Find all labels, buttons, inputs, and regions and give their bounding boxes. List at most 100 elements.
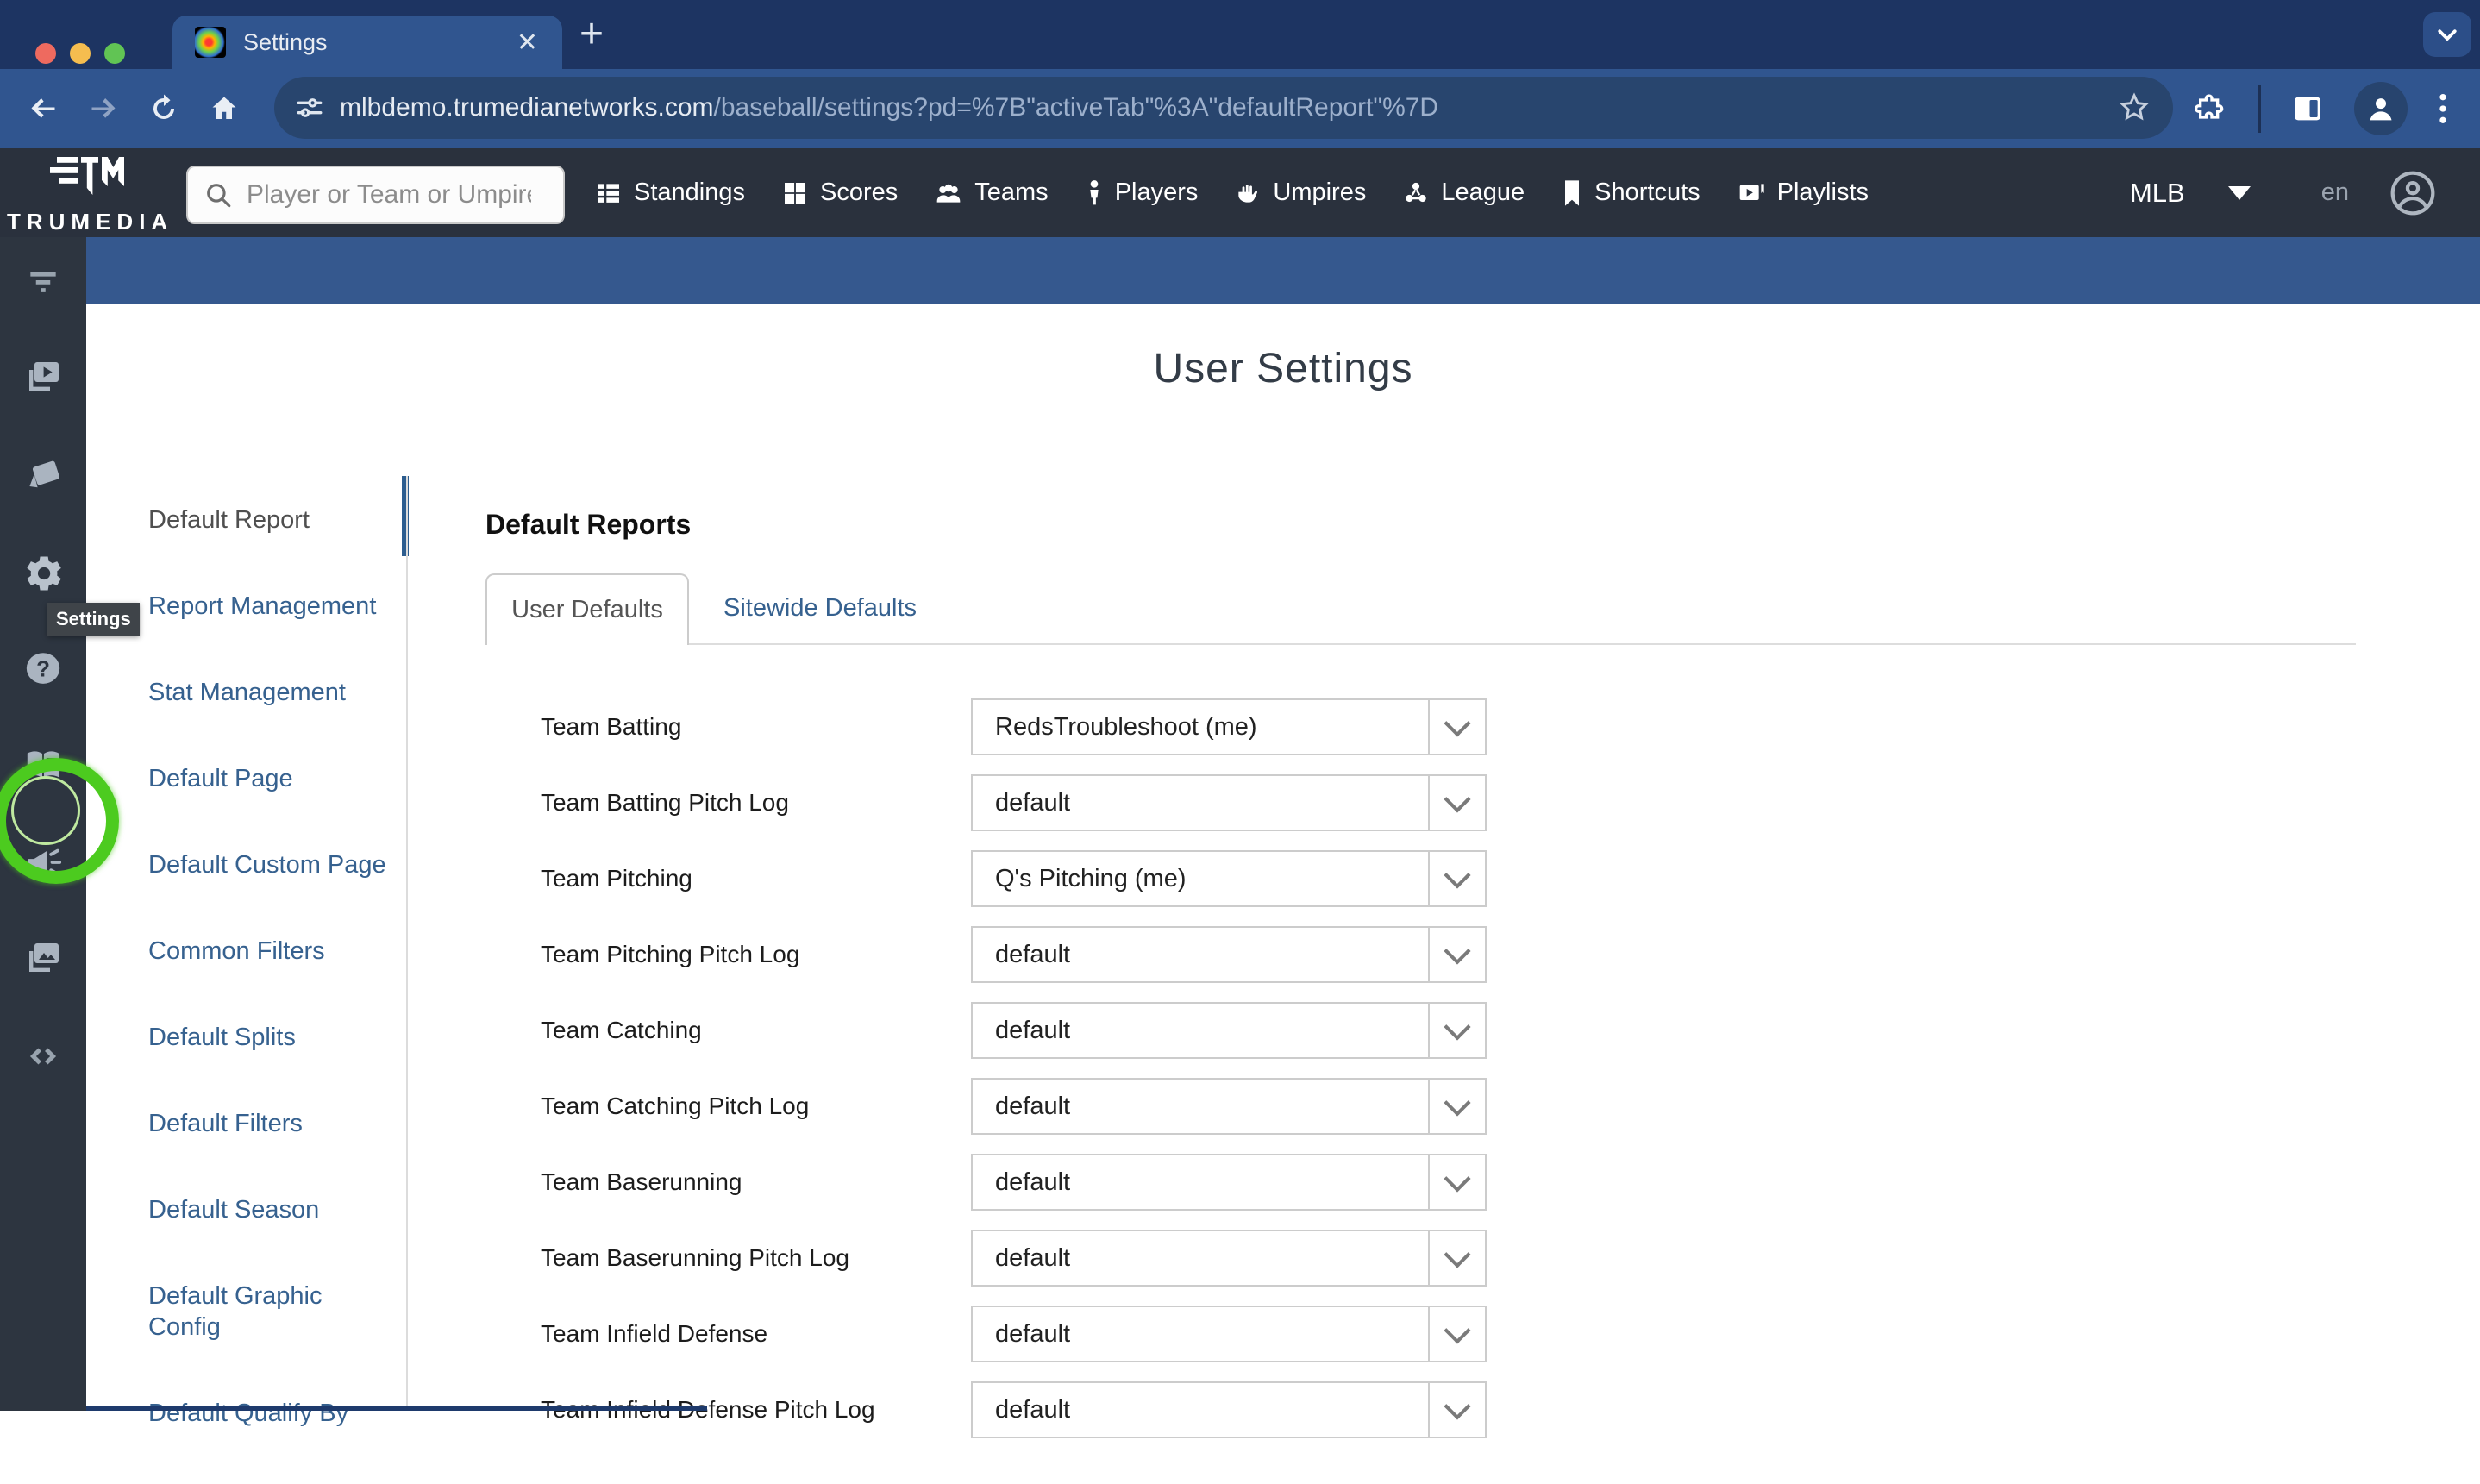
bottom-bar-fragment	[86, 1406, 707, 1411]
tab-user-defaults[interactable]: User Defaults	[485, 573, 689, 645]
settings-menu-item[interactable]: Default Custom Page	[148, 849, 390, 880]
language-label[interactable]: en	[2321, 178, 2349, 207]
nav-label: Playlists	[1777, 178, 1869, 207]
home-icon	[209, 93, 240, 124]
settings-menu-item-label: Stat Management	[148, 679, 346, 706]
home-button[interactable]	[207, 91, 241, 126]
field-select[interactable]: default	[971, 1154, 1487, 1211]
nav-standings[interactable]: Standings	[595, 178, 745, 207]
code-icon	[21, 1037, 66, 1075]
nav-scores[interactable]: Scores	[781, 178, 898, 207]
sidebar-settings-button[interactable]	[0, 551, 86, 596]
site-favicon	[195, 27, 226, 58]
global-search[interactable]	[186, 166, 565, 224]
gallery-icon	[22, 937, 65, 979]
nav-teams[interactable]: Teams	[934, 178, 1048, 207]
field-select[interactable]: default	[971, 774, 1487, 831]
zoom-window-button[interactable]	[104, 43, 125, 64]
nav-playlists[interactable]: Playlists	[1737, 178, 1869, 207]
side-panel-icon[interactable]	[2290, 91, 2325, 126]
chevron-down-icon	[2434, 22, 2460, 47]
nav-players[interactable]: Players	[1085, 178, 1199, 207]
tab-close-icon[interactable]: ✕	[517, 28, 538, 58]
nav-shortcuts[interactable]: Shortcuts	[1561, 178, 1700, 207]
browser-profile-avatar[interactable]	[2354, 82, 2408, 135]
sidebar-filter-button[interactable]	[0, 261, 86, 299]
forward-button[interactable]	[86, 91, 121, 126]
settings-menu-item[interactable]: Default Page	[148, 763, 390, 794]
nav-umpires[interactable]: Umpires	[1234, 178, 1366, 207]
field-row: Team Batting RedsTroubleshoot (me)	[541, 698, 2356, 755]
tab-list-button[interactable]	[2423, 12, 2471, 57]
settings-menu-item-label: Default Splits	[148, 1024, 296, 1051]
minimize-window-button[interactable]	[70, 43, 91, 64]
field-row: Team Pitching Pitch Log default	[541, 926, 2356, 983]
settings-menu-item[interactable]: Default Report	[148, 504, 390, 535]
site-info-icon[interactable]	[295, 93, 324, 122]
league-selector[interactable]: MLB	[2130, 178, 2185, 209]
trumedia-logo[interactable]: TRUMEDIA	[7, 153, 169, 235]
settings-menu-item[interactable]: Default Graphic Config	[148, 1280, 390, 1343]
new-tab-button[interactable]: +	[579, 10, 604, 58]
settings-menu-item[interactable]: Stat Management	[148, 677, 390, 708]
sidebar-code-button[interactable]	[0, 1037, 86, 1075]
extensions-icon[interactable]	[2195, 91, 2229, 126]
video-collection-icon	[22, 356, 65, 398]
settings-menu-item[interactable]: Default Season	[148, 1194, 390, 1225]
nav-league[interactable]: League	[1402, 178, 1525, 207]
settings-menu-item[interactable]: Report Management	[148, 591, 390, 622]
sidebar-gallery-button[interactable]	[0, 937, 86, 979]
tab-title: Settings	[243, 29, 517, 56]
settings-menu-item[interactable]: Default Filters	[148, 1108, 390, 1139]
browser-tab[interactable]: Settings ✕	[172, 16, 562, 69]
field-label: Team Infield Defense	[541, 1306, 971, 1362]
nav-label: Shortcuts	[1594, 178, 1700, 207]
search-input[interactable]	[245, 179, 533, 210]
field-select[interactable]: default	[971, 1002, 1487, 1059]
address-bar[interactable]: mlbdemo.trumedianetworks.com/baseball/se…	[274, 77, 2173, 139]
field-row: Team Infield Defense Pitch Log default	[541, 1381, 2356, 1438]
field-select[interactable]: default	[971, 1306, 1487, 1362]
toolbar-divider	[2258, 85, 2261, 133]
field-select[interactable]: default	[971, 1381, 1487, 1438]
tab-sitewide-defaults[interactable]: Sitewide Defaults	[689, 573, 951, 643]
field-label: Team Batting Pitch Log	[541, 774, 971, 831]
url-domain: mlbdemo.trumedianetworks.com	[340, 93, 714, 122]
sidebar-video-button[interactable]	[0, 356, 86, 398]
chevron-down-icon	[1428, 928, 1485, 981]
settings-menu-item[interactable]: Default Qualify By	[148, 1398, 390, 1429]
nav-label: Players	[1115, 178, 1199, 207]
field-select[interactable]: default	[971, 1230, 1487, 1287]
back-button[interactable]	[26, 91, 60, 126]
help-icon: ?	[22, 649, 65, 689]
field-select[interactable]: RedsTroubleshoot (me)	[971, 698, 1487, 755]
select-value: default	[973, 789, 1428, 817]
header-right: MLB en	[2130, 148, 2437, 237]
field-row: Team Catching Pitch Log default	[541, 1078, 2356, 1135]
sidebar-help-button[interactable]: ?	[0, 649, 86, 689]
field-select[interactable]: Q's Pitching (me)	[971, 850, 1487, 907]
settings-menu: Default Report Report Management Stat Ma…	[148, 504, 390, 1484]
select-value: default	[973, 1320, 1428, 1349]
field-label: Team Pitching Pitch Log	[541, 926, 971, 983]
field-label: Team Baserunning	[541, 1154, 971, 1211]
field-select[interactable]: default	[971, 926, 1487, 983]
bookmark-star-icon[interactable]	[2118, 91, 2151, 124]
chevron-down-icon[interactable]	[2228, 186, 2251, 200]
field-select[interactable]: default	[971, 1078, 1487, 1135]
account-icon[interactable]	[2389, 169, 2437, 217]
settings-menu-item-label: Default Custom Page	[148, 851, 386, 879]
close-window-button[interactable]	[35, 43, 56, 64]
app-sidebar: ?	[0, 237, 86, 1411]
browser-menu-kebab-icon[interactable]	[2437, 91, 2449, 126]
nav-label: League	[1441, 178, 1525, 207]
chevron-down-icon	[1428, 700, 1485, 754]
settings-menu-item[interactable]: Default Splits	[148, 1022, 390, 1053]
chevron-down-icon	[1428, 1004, 1485, 1057]
settings-menu-item-label: Default Report	[148, 506, 310, 534]
sidebar-cards-button[interactable]	[0, 453, 86, 494]
reload-button[interactable]	[147, 91, 181, 126]
field-row: Team Baserunning default	[541, 1154, 2356, 1211]
settings-menu-item[interactable]: Common Filters	[148, 936, 390, 967]
chevron-down-icon	[1428, 1231, 1485, 1285]
